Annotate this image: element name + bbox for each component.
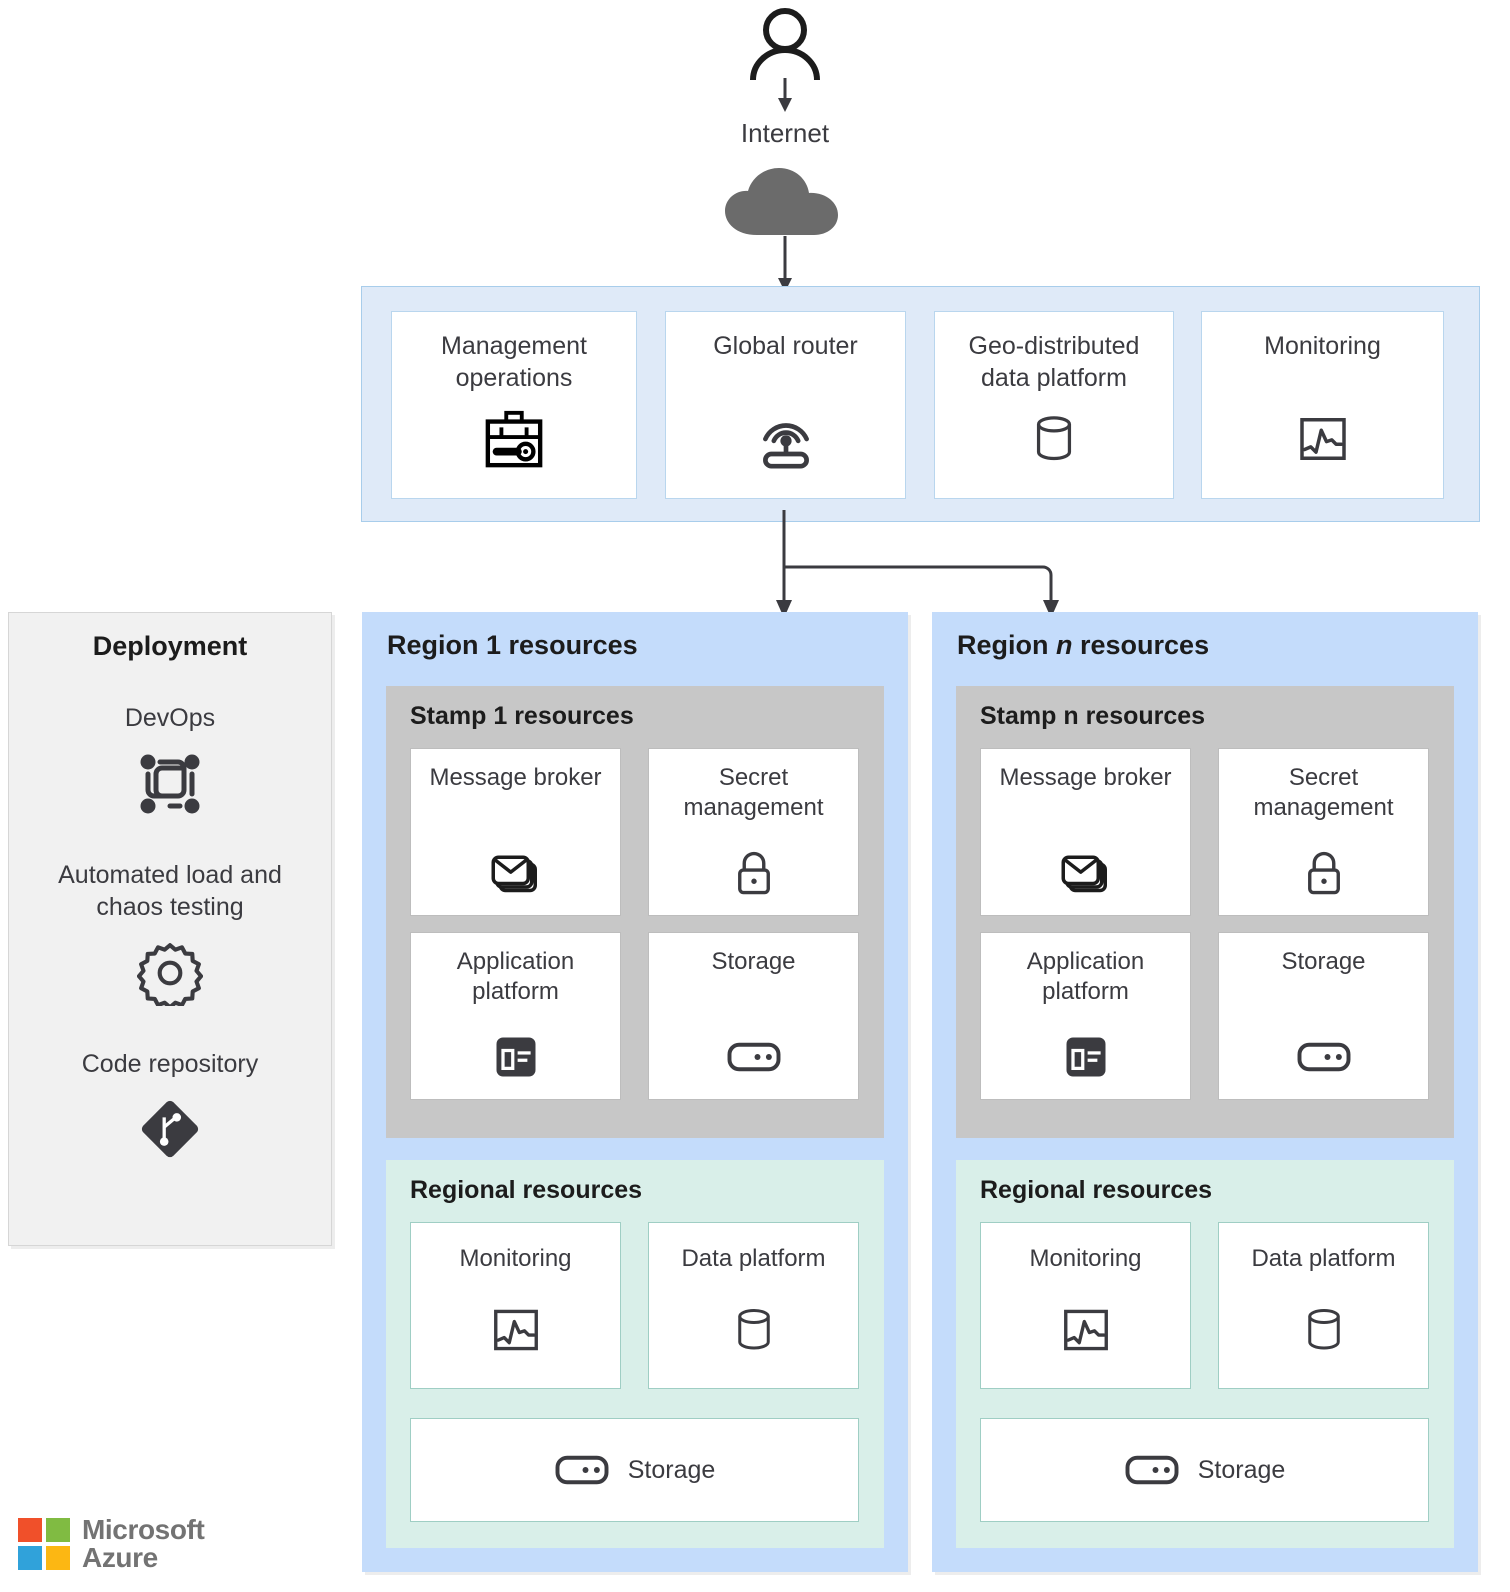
internet-label: Internet	[740, 118, 830, 148]
stamp-card-label: Storage	[711, 948, 796, 975]
chart-monitor-icon	[1290, 406, 1356, 472]
stamp-card-label: Secret management	[683, 764, 824, 822]
padlock-icon	[726, 845, 782, 901]
database-cylinder-icon	[1296, 1302, 1352, 1358]
regional-card-data-platform[interactable]: Data platform	[1218, 1222, 1429, 1389]
region-title-var: 1	[486, 630, 502, 660]
region-title-prefix: Region	[387, 630, 486, 660]
regional-title: Regional resources	[410, 1176, 643, 1204]
global-card-label: Geo-distributed data platform	[968, 332, 1140, 392]
regional-resources-panel: Regional resources Monitoring Data platf…	[386, 1160, 884, 1548]
deployment-panel: Deployment DevOps Automated load and cha…	[8, 612, 332, 1246]
regional-card-storage[interactable]: Storage	[410, 1418, 859, 1522]
global-card-monitoring[interactable]: Monitoring	[1201, 311, 1444, 499]
disk-icon	[554, 1450, 610, 1490]
global-resources-band: Management operations Global router Geo-…	[361, 286, 1480, 522]
regional-card-label: Monitoring	[459, 1245, 572, 1272]
logo-line-azure: Azure	[82, 1542, 158, 1573]
arrow-user-to-internet	[755, 78, 815, 114]
deployment-title: Deployment	[92, 631, 248, 661]
global-card-geo-distributed-data-platform[interactable]: Geo-distributed data platform	[934, 311, 1174, 499]
regional-card-monitoring[interactable]: Monitoring	[410, 1222, 621, 1389]
regional-card-label: Data platform	[681, 1245, 826, 1272]
stamp-card-application-platform[interactable]: Application platform	[980, 932, 1191, 1100]
logo-square-blue	[18, 1546, 42, 1570]
stamp-card-secret-management[interactable]: Secret management	[648, 748, 859, 916]
deployment-item-label: Code repository	[81, 1049, 259, 1078]
router-to-regions-connector	[700, 510, 1120, 620]
logo-square-red	[18, 1518, 42, 1542]
region-title-prefix: Region	[957, 630, 1056, 660]
regional-card-monitoring[interactable]: Monitoring	[980, 1222, 1191, 1389]
gear-icon	[135, 938, 205, 1008]
chart-monitor-icon	[1058, 1302, 1114, 1358]
logo-line-microsoft: Microsoft	[82, 1514, 205, 1545]
global-card-management-operations[interactable]: Management operations	[391, 311, 637, 499]
logo-square-yellow	[46, 1546, 70, 1570]
microsoft-azure-logo: Microsoft Azure	[18, 1508, 278, 1580]
global-card-label: Management operations	[441, 332, 587, 392]
stamp-card-secret-management[interactable]: Secret management	[1218, 748, 1429, 916]
stamp-n-panel: Stamp n resources Message broker Secret …	[956, 686, 1454, 1138]
regional-resources-panel: Regional resources Monitoring Data platf…	[956, 1160, 1454, 1548]
logo-square-green	[46, 1518, 70, 1542]
region-title-suffix: resources	[501, 630, 638, 660]
regional-card-label: Data platform	[1251, 1245, 1396, 1272]
deployment-item-code-repository[interactable]: Code repository	[9, 1048, 331, 1165]
region-title: Region n resources	[957, 630, 1209, 661]
stacked-envelopes-icon	[488, 845, 544, 901]
regional-card-data-platform[interactable]: Data platform	[648, 1222, 859, 1389]
deployment-item-automated-testing[interactable]: Automated load and chaos testing	[9, 859, 331, 1008]
deployment-item-label: Automated load and chaos testing	[58, 860, 282, 922]
stamp-card-label: Message broker	[429, 764, 602, 791]
disk-icon	[1124, 1450, 1180, 1490]
global-card-label: Monitoring	[1264, 332, 1381, 360]
stamp-1-panel: Stamp 1 resources Message broker Secret …	[386, 686, 884, 1138]
region-title-suffix: resources	[1072, 630, 1210, 660]
regional-title: Regional resources	[980, 1176, 1213, 1204]
stamp-title: Stamp 1 resources	[410, 702, 634, 730]
global-card-label: Global router	[713, 332, 858, 360]
stamp-card-message-broker[interactable]: Message broker	[410, 748, 621, 916]
user-icon	[745, 8, 825, 81]
app-window-icon	[1058, 1029, 1114, 1085]
padlock-icon	[1296, 845, 1352, 901]
chart-monitor-icon	[488, 1302, 544, 1358]
router-antenna-icon	[753, 406, 819, 472]
stamp-card-label: Storage	[1281, 948, 1366, 975]
region-n-panel: Region n resources Stamp n resources Mes…	[932, 612, 1478, 1572]
stamp-card-storage[interactable]: Storage	[1218, 932, 1429, 1100]
git-repository-icon	[135, 1094, 205, 1164]
regional-card-label: Monitoring	[1029, 1245, 1142, 1272]
stamp-title: Stamp n resources	[980, 702, 1206, 730]
database-cylinder-icon	[726, 1302, 782, 1358]
disk-icon	[726, 1029, 782, 1085]
stamp-card-label: Message broker	[999, 764, 1172, 791]
stamp-card-application-platform[interactable]: Application platform	[410, 932, 621, 1100]
stacked-envelopes-icon	[1058, 845, 1114, 901]
global-card-global-router[interactable]: Global router	[665, 311, 906, 499]
stamp-card-label: Application platform	[1026, 948, 1145, 1006]
app-window-icon	[488, 1029, 544, 1085]
toolbox-wrench-icon	[481, 406, 547, 472]
regional-card-label: Storage	[1197, 1455, 1286, 1484]
stamp-card-label: Secret management	[1253, 764, 1394, 822]
microsoft-logo-squares	[18, 1518, 70, 1570]
stamp-card-message-broker[interactable]: Message broker	[980, 748, 1191, 916]
stamp-card-label: Application platform	[456, 948, 575, 1006]
regional-card-storage[interactable]: Storage	[980, 1418, 1429, 1522]
cloud-icon	[722, 165, 848, 237]
devops-loop-icon	[135, 749, 205, 819]
disk-icon	[1296, 1029, 1352, 1085]
logo-text: Microsoft Azure	[82, 1514, 205, 1573]
stamp-card-storage[interactable]: Storage	[648, 932, 859, 1100]
deployment-item-devops[interactable]: DevOps	[9, 702, 331, 819]
region-title: Region 1 resources	[387, 630, 638, 661]
regional-card-label: Storage	[627, 1455, 716, 1484]
region-title-var: n	[1056, 630, 1073, 660]
database-cylinder-icon	[1021, 406, 1087, 472]
deployment-item-label: DevOps	[124, 704, 216, 732]
region-1-panel: Region 1 resources Stamp 1 resources Mes…	[362, 612, 908, 1572]
